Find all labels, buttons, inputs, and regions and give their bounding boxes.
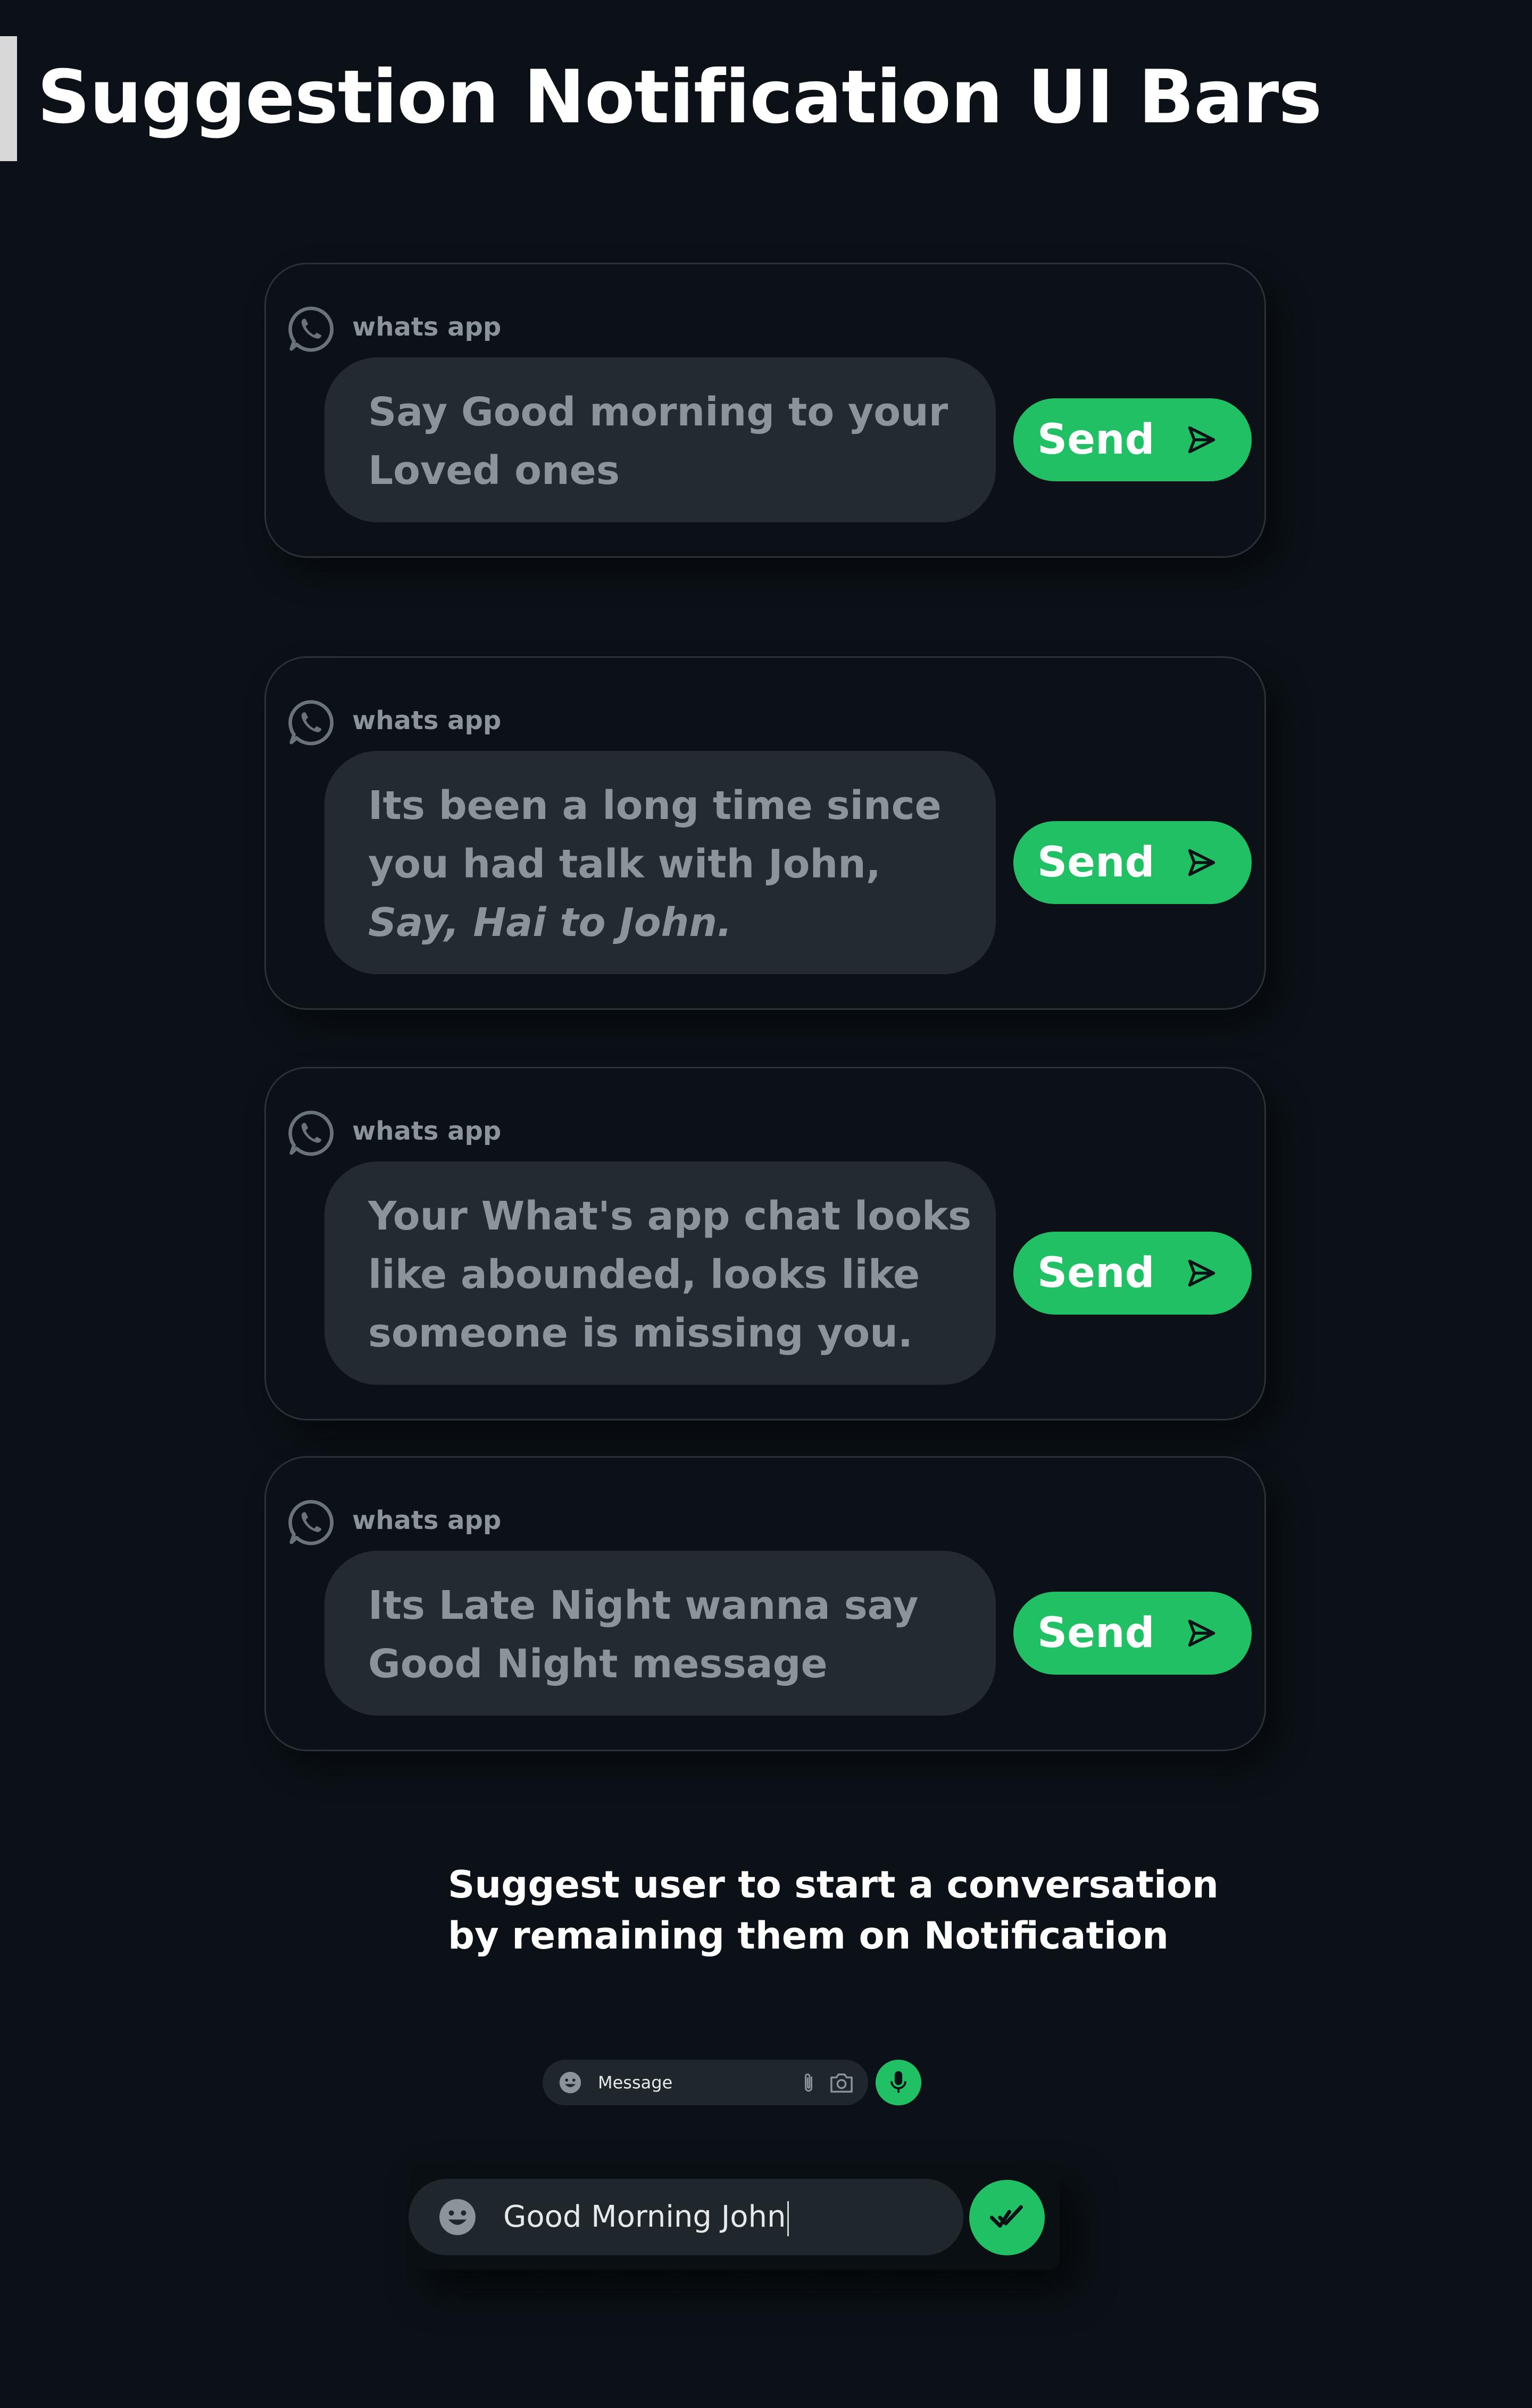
app-label: whats app xyxy=(352,1506,502,1535)
message-placeholder: Message xyxy=(598,2072,673,2093)
microphone-icon xyxy=(890,2071,906,2093)
mini-message-input[interactable]: Message xyxy=(543,2060,868,2105)
checkmark-icon xyxy=(989,2205,1023,2228)
send-button[interactable]: Send xyxy=(1013,398,1252,481)
message-input-text[interactable]: Good Morning John xyxy=(503,2179,789,2255)
send-button[interactable]: Send xyxy=(1013,1232,1252,1315)
send-button[interactable]: Send xyxy=(1013,1592,1252,1675)
suggestion-message: Your What's app chat looks like abounded… xyxy=(324,1161,996,1385)
whatsapp-icon xyxy=(288,700,334,746)
message-suggestion-text: Say, Hai to John. xyxy=(368,900,732,946)
paperclip-icon[interactable] xyxy=(801,2071,817,2095)
suggestion-message: Its Late Night wanna say Good Night mess… xyxy=(324,1551,996,1716)
send-arrow-icon xyxy=(1188,1619,1215,1647)
whatsapp-icon xyxy=(288,1110,334,1156)
send-button-label: Send xyxy=(1037,1609,1155,1657)
message-input[interactable]: Good Morning John xyxy=(409,2179,963,2255)
send-button-label: Send xyxy=(1037,416,1155,464)
emoji-icon[interactable] xyxy=(438,2197,477,2237)
confirm-button[interactable] xyxy=(969,2180,1045,2255)
app-label: whats app xyxy=(352,706,502,735)
camera-icon[interactable] xyxy=(829,2071,854,2094)
send-button-label: Send xyxy=(1037,1249,1155,1297)
text-caret xyxy=(787,2201,789,2236)
whatsapp-icon xyxy=(288,1500,334,1545)
app-label: whats app xyxy=(352,1116,502,1146)
caption-line-2: by remaining them on Notification xyxy=(448,1914,1169,1958)
microphone-button[interactable] xyxy=(876,2060,921,2105)
caption: Suggest user to start a conversation by … xyxy=(448,1859,1219,1961)
page-title: Suggestion Notification UI Bars xyxy=(37,54,1322,140)
message-text: Say Good morning to your Loved ones xyxy=(368,389,948,494)
send-arrow-icon xyxy=(1188,849,1215,876)
caption-line-1: Suggest user to start a conversation xyxy=(448,1863,1219,1907)
suggestion-message: Say Good morning to your Loved ones xyxy=(324,357,996,522)
notification-card[interactable]: whats app Your What's app chat looks lik… xyxy=(264,1067,1266,1420)
notification-card[interactable]: whats app Say Good morning to your Loved… xyxy=(264,263,1266,558)
title-accent-bar xyxy=(0,36,17,161)
send-arrow-icon xyxy=(1188,1259,1215,1287)
whatsapp-icon xyxy=(288,306,334,352)
suggestion-message: Its been a long time since you had talk … xyxy=(324,751,996,974)
message-text: Your What's app chat looks like abounded… xyxy=(368,1193,972,1356)
app-label: whats app xyxy=(352,312,502,342)
message-input-value: Good Morning John xyxy=(503,2200,786,2234)
send-button[interactable]: Send xyxy=(1013,821,1252,904)
emoji-icon[interactable] xyxy=(559,2071,582,2094)
message-text: Its Late Night wanna say Good Night mess… xyxy=(368,1583,919,1687)
notification-card[interactable]: whats app Its been a long time since you… xyxy=(264,656,1266,1010)
notification-card[interactable]: whats app Its Late Night wanna say Good … xyxy=(264,1456,1266,1751)
message-text: Its been a long time since you had talk … xyxy=(368,783,942,887)
send-button-label: Send xyxy=(1037,839,1155,887)
send-arrow-icon xyxy=(1188,426,1215,454)
